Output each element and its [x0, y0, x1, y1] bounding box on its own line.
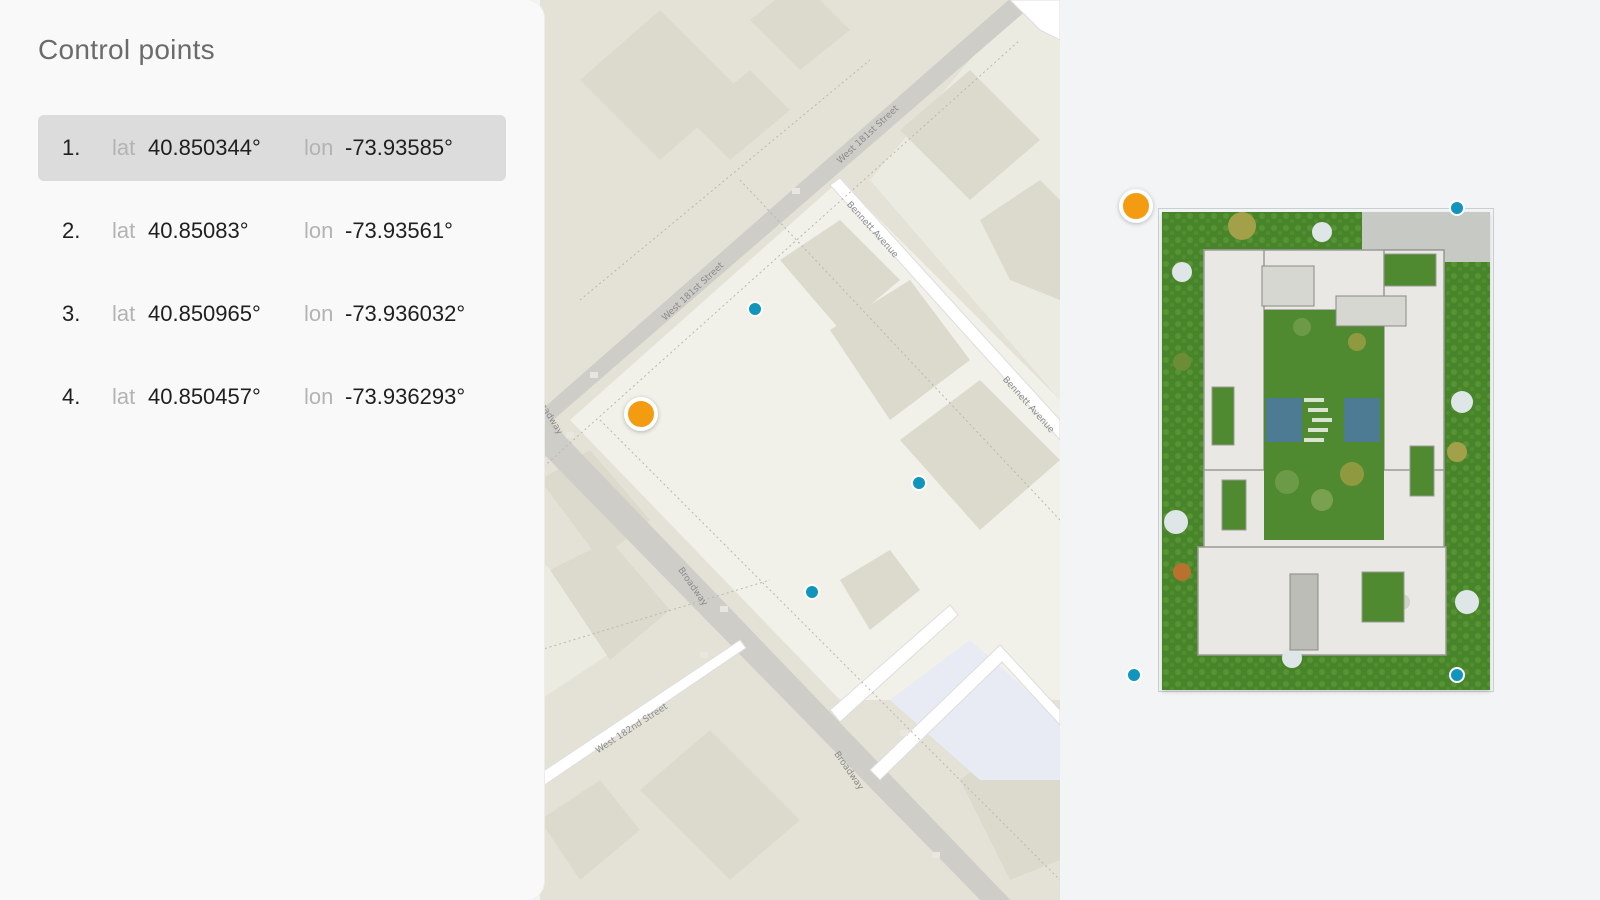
- control-point-index: 2.: [62, 218, 81, 243]
- lat-value: 40.850457°: [148, 384, 261, 409]
- lon-label: lon: [304, 384, 334, 409]
- lon-label: lon: [304, 218, 334, 243]
- lon-label: lon: [304, 301, 334, 326]
- image-control-point-1[interactable]: [1119, 189, 1153, 223]
- lat-value: 40.850344°: [148, 135, 261, 160]
- lat-value: 40.850965°: [148, 301, 261, 326]
- lat-label: lat: [112, 135, 136, 160]
- control-point-marker-3[interactable]: [911, 475, 927, 491]
- lon-value: -73.93561°: [345, 218, 453, 243]
- control-point-row-1[interactable]: 1. lat 40.850344° lon -73.93585°: [38, 115, 506, 181]
- control-point-marker-1[interactable]: [624, 397, 658, 431]
- control-point-row-3[interactable]: 3. lat 40.850965° lon -73.936032°: [38, 281, 506, 347]
- control-point-marker-4[interactable]: [804, 584, 820, 600]
- control-point-index: 1.: [62, 135, 81, 160]
- lon-value: -73.936032°: [345, 301, 466, 326]
- control-points-list: 1. lat 40.850344° lon -73.93585° 2. lat …: [38, 115, 506, 447]
- lat-label: lat: [112, 218, 136, 243]
- control-point-marker-2[interactable]: [747, 301, 763, 317]
- image-control-point-2[interactable]: [1449, 200, 1465, 216]
- lon-value: -73.936293°: [345, 384, 466, 409]
- lat-value: 40.85083°: [148, 218, 249, 243]
- image-canvas[interactable]: [1060, 0, 1600, 900]
- lat-label: lat: [112, 384, 136, 409]
- control-point-row-4[interactable]: 4. lat 40.850457° lon -73.936293°: [38, 364, 506, 430]
- control-points-panel: Control points 1. lat 40.850344° lon -73…: [0, 0, 544, 900]
- lon-label: lon: [304, 135, 334, 160]
- panel-title: Control points: [38, 34, 215, 65]
- site-plan-image: [1162, 212, 1490, 690]
- image-control-point-3[interactable]: [1449, 667, 1465, 683]
- map-view[interactable]: West 181st Street West 181st Street Benn…: [540, 0, 1060, 900]
- lon-value: -73.93585°: [345, 135, 453, 160]
- map-base: [540, 0, 1060, 900]
- lat-label: lat: [112, 301, 136, 326]
- control-point-index: 3.: [62, 301, 81, 326]
- control-point-index: 4.: [62, 384, 81, 409]
- image-control-point-4[interactable]: [1126, 667, 1142, 683]
- control-point-row-2[interactable]: 2. lat 40.85083° lon -73.93561°: [38, 198, 506, 264]
